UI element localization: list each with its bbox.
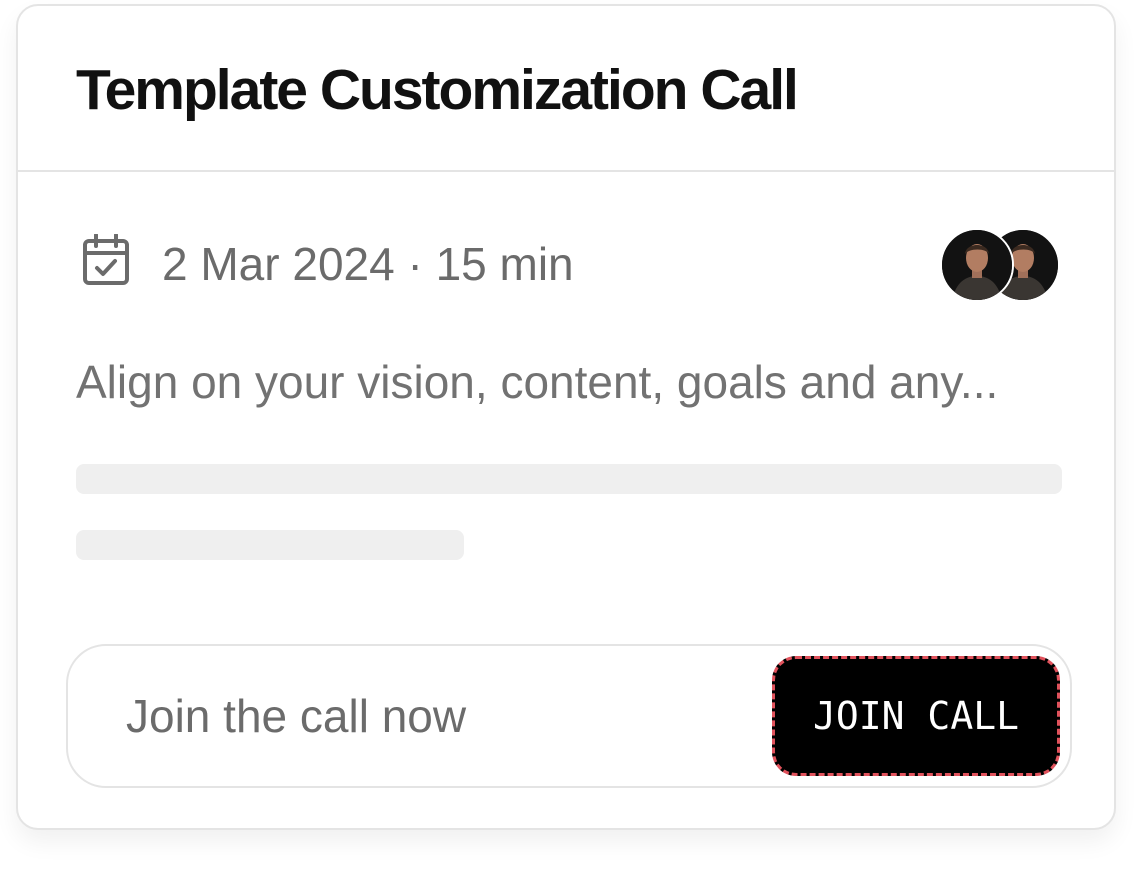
attendee-avatar <box>940 228 1014 302</box>
meeting-description: Align on your vision, content, goals and… <box>76 356 999 408</box>
calendar-check-icon <box>83 234 129 285</box>
skeleton-line <box>76 530 464 560</box>
skeleton-line <box>76 464 1062 494</box>
join-call-button[interactable]: JOIN CALL <box>772 656 1060 776</box>
join-call-bar: Join the call now JOIN CALL <box>66 644 1072 788</box>
meeting-card: Template Customization Call 2 Mar 2024 ·… <box>16 4 1116 830</box>
meeting-date-duration: 2 Mar 2024 · 15 min <box>162 238 574 290</box>
meeting-title: Template Customization Call <box>76 58 799 122</box>
card-header: Template Customization Call <box>18 6 1114 172</box>
meeting-meta: 2 Mar 2024 · 15 min <box>76 228 1062 302</box>
join-call-prompt: Join the call now <box>126 690 467 742</box>
attendee-avatars <box>940 228 1062 302</box>
